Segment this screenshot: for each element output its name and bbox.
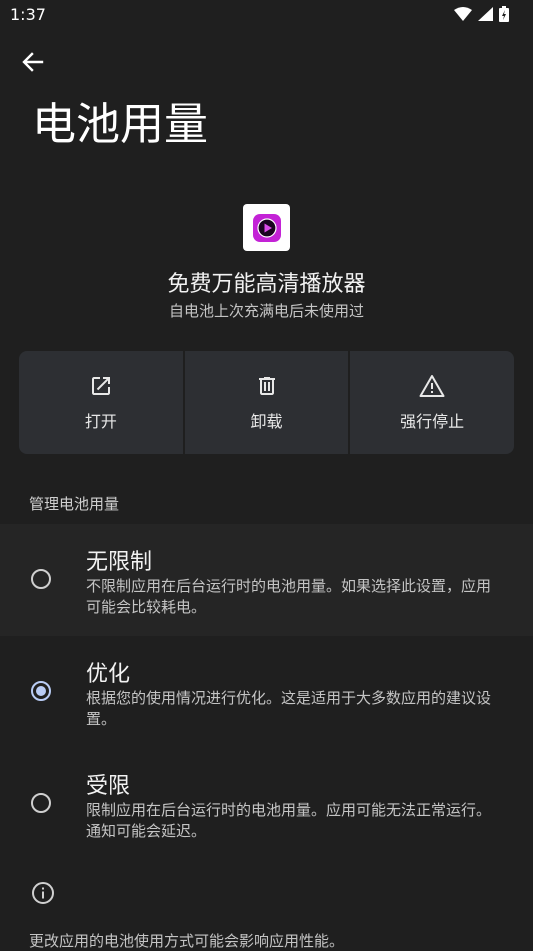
app-name: 免费万能高清播放器: [167, 272, 366, 297]
option-title: 受限: [86, 774, 131, 799]
status-time: 1:37: [10, 5, 46, 24]
open-button[interactable]: 打开: [19, 351, 183, 454]
open-external-icon: [91, 376, 110, 395]
uninstall-label: 卸载: [250, 411, 283, 431]
video-player-app-icon: [252, 213, 281, 242]
back-button[interactable]: [14, 44, 52, 80]
radio-optimized[interactable]: [31, 681, 51, 701]
trash-icon: [258, 376, 275, 395]
option-description: 不限制应用在后台运行时的电池用量。如果选择此设置，应用可能会比较耗电。: [86, 577, 492, 616]
app-subtitle: 自电池上次充满电后未使用过: [168, 302, 364, 320]
section-title: 管理电池用量: [29, 495, 120, 513]
option-title: 优化: [86, 662, 131, 687]
app-icon: [243, 204, 290, 251]
signal-icon: [478, 7, 493, 21]
option-restricted[interactable]: 受限 限制应用在后台运行时的电池用量。应用可能无法正常运行。通知可能会延迟。: [0, 748, 533, 860]
force-stop-button[interactable]: 强行停止: [350, 351, 514, 454]
force-stop-label: 强行停止: [400, 411, 465, 431]
app-actions: 打开 卸载 强行停止: [19, 351, 514, 454]
page-title: 电池用量: [32, 99, 208, 150]
battery-icon: [499, 6, 509, 22]
option-description: 根据您的使用情况进行优化。这是适用于大多数应用的建议设置。: [86, 689, 492, 728]
status-icons: [454, 6, 509, 22]
wifi-icon: [454, 7, 472, 21]
warning-icon: [419, 374, 445, 397]
arrow-left-icon: [22, 52, 44, 72]
option-unrestricted[interactable]: 无限制 不限制应用在后台运行时的电池用量。如果选择此设置，应用可能会比较耗电。: [0, 524, 533, 636]
option-title: 无限制: [86, 550, 153, 575]
info-icon: [32, 882, 54, 904]
radio-restricted[interactable]: [31, 793, 51, 813]
open-label: 打开: [84, 411, 117, 431]
option-optimized[interactable]: 优化 根据您的使用情况进行优化。这是适用于大多数应用的建议设置。: [0, 636, 533, 748]
radio-unrestricted[interactable]: [31, 569, 51, 589]
status-bar: 1:37: [0, 0, 533, 30]
uninstall-button[interactable]: 卸载: [184, 351, 349, 454]
option-description: 限制应用在后台运行时的电池用量。应用可能无法正常运行。通知可能会延迟。: [86, 801, 492, 840]
